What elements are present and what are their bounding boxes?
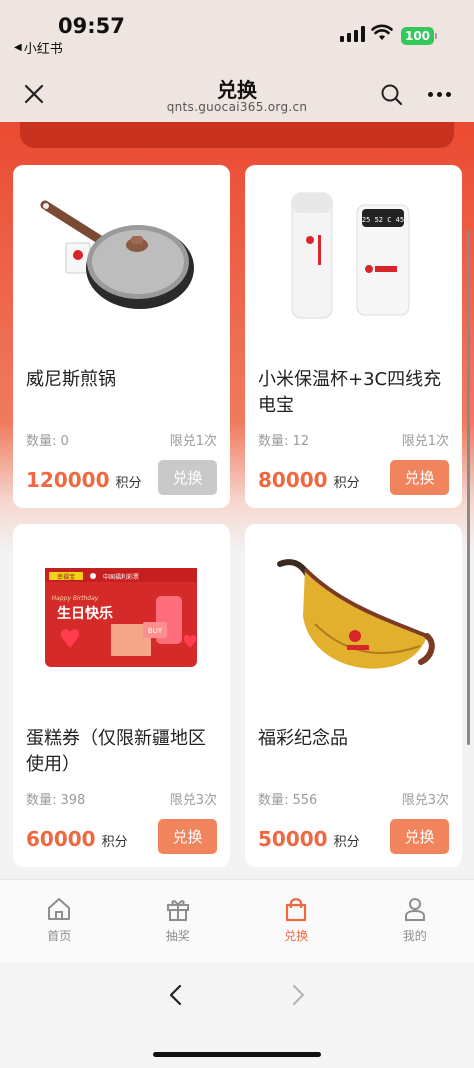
user-icon (404, 898, 425, 921)
frying-pan-image (40, 200, 194, 309)
product-quantity: 数量: 0 (26, 434, 69, 449)
cake-voucher-image: 幸福宝 中国福利彩票 Happy Birthday 生日快乐 BUY (45, 568, 197, 667)
banner-strip (20, 122, 454, 148)
gift-icon (166, 900, 189, 921)
product-name: 福彩纪念品 (258, 728, 348, 749)
redeem-limit: 限兑3次 (169, 793, 217, 808)
home-indicator (153, 1052, 321, 1057)
tab-profile[interactable]: 我的 (356, 880, 474, 963)
points-value: 120000 (26, 468, 110, 492)
tab-redeem[interactable]: 兑换 (237, 880, 356, 963)
tab-label: 兑换 (284, 929, 309, 943)
more-options-icon[interactable] (428, 92, 451, 97)
back-app-label: 小红书 (23, 42, 63, 57)
voucher-buy-text: BUY (148, 627, 163, 635)
battery-indicator: 100 (401, 27, 434, 45)
product-card[interactable]: 福彩纪念品 数量: 556 限兑3次 50000 积分 兑换 (245, 524, 462, 867)
redeem-button[interactable]: 兑换 (158, 460, 217, 495)
back-to-app-link[interactable]: ◀ 小红书 (14, 38, 63, 57)
voucher-happy-text: Happy Birthday (52, 595, 99, 602)
power-bank-display: 25 52 C 45 (362, 216, 404, 224)
product-card[interactable]: 25 52 C 45 小米保温杯+3C四线充电宝 数量: 12 限兑1次 800… (245, 165, 462, 508)
redeem-limit: 限兑1次 (169, 434, 217, 449)
points-unit: 积分 (333, 476, 360, 491)
tab-home[interactable]: 首页 (0, 880, 119, 963)
cellular-signal-icon (340, 26, 365, 42)
tab-label: 首页 (47, 929, 72, 943)
scrollbar[interactable] (467, 230, 470, 745)
product-card[interactable]: 威尼斯煎锅 数量: 0 限兑1次 120000 积分 兑换 (13, 165, 230, 508)
voucher-lottery-logo: 中国福利彩票 (103, 573, 139, 581)
chevron-right-icon (292, 984, 305, 1006)
product-quantity: 数量: 12 (258, 434, 310, 449)
status-time: 09:57 (58, 14, 125, 38)
waist-bag-image (277, 559, 435, 669)
back-triangle-icon: ◀ (14, 42, 22, 53)
redeem-button[interactable]: 兑换 (158, 819, 217, 854)
product-name: 小米保温杯+3C四线充电宝 (258, 369, 442, 416)
chevron-left-icon[interactable] (166, 983, 186, 1007)
home-icon (48, 898, 71, 920)
points-value: 60000 (26, 827, 96, 851)
redeem-limit: 限兑3次 (401, 793, 449, 808)
points-unit: 积分 (333, 835, 360, 850)
product-list[interactable]: 威尼斯煎锅 数量: 0 限兑1次 120000 积分 兑换 25 52 C 45… (0, 122, 474, 879)
search-icon[interactable] (380, 83, 404, 107)
points-price: 60000 积分 (26, 827, 128, 851)
points-value: 80000 (258, 468, 328, 492)
shopping-bag-icon (286, 898, 307, 922)
voucher-birthday-text: 生日快乐 (57, 605, 113, 622)
tab-label: 我的 (402, 929, 427, 943)
product-name: 蛋糕券（仅限新疆地区使用） (26, 728, 206, 775)
voucher-brand: 幸福宝 (57, 573, 75, 581)
redeem-button[interactable]: 兑换 (390, 819, 449, 854)
points-value: 50000 (258, 827, 328, 851)
redeem-button[interactable]: 兑换 (390, 460, 449, 495)
top-bar: 09:57 ◀ 小红书 100 兑换 qnts.guocai365.org.cn (0, 0, 474, 122)
bottom-tab-bar: 首页 抽奖 兑换 我的 (0, 879, 474, 963)
points-price: 120000 积分 (26, 468, 142, 492)
tab-lottery[interactable]: 抽奖 (119, 880, 238, 963)
browser-toolbar (0, 963, 474, 1068)
points-price: 50000 积分 (258, 827, 360, 851)
product-name: 威尼斯煎锅 (26, 369, 116, 390)
thermos-power-bank-image: 25 52 C 45 (291, 192, 410, 319)
wifi-icon (371, 24, 393, 40)
points-unit: 积分 (115, 476, 142, 491)
points-price: 80000 积分 (258, 468, 360, 492)
product-quantity: 数量: 556 (258, 793, 318, 808)
battery-tip (435, 33, 437, 39)
redeem-limit: 限兑1次 (401, 434, 449, 449)
product-card[interactable]: 幸福宝 中国福利彩票 Happy Birthday 生日快乐 BUY 蛋糕券（仅… (13, 524, 230, 867)
tab-label: 抽奖 (165, 929, 190, 943)
product-quantity: 数量: 398 (26, 793, 86, 808)
points-unit: 积分 (101, 835, 128, 850)
